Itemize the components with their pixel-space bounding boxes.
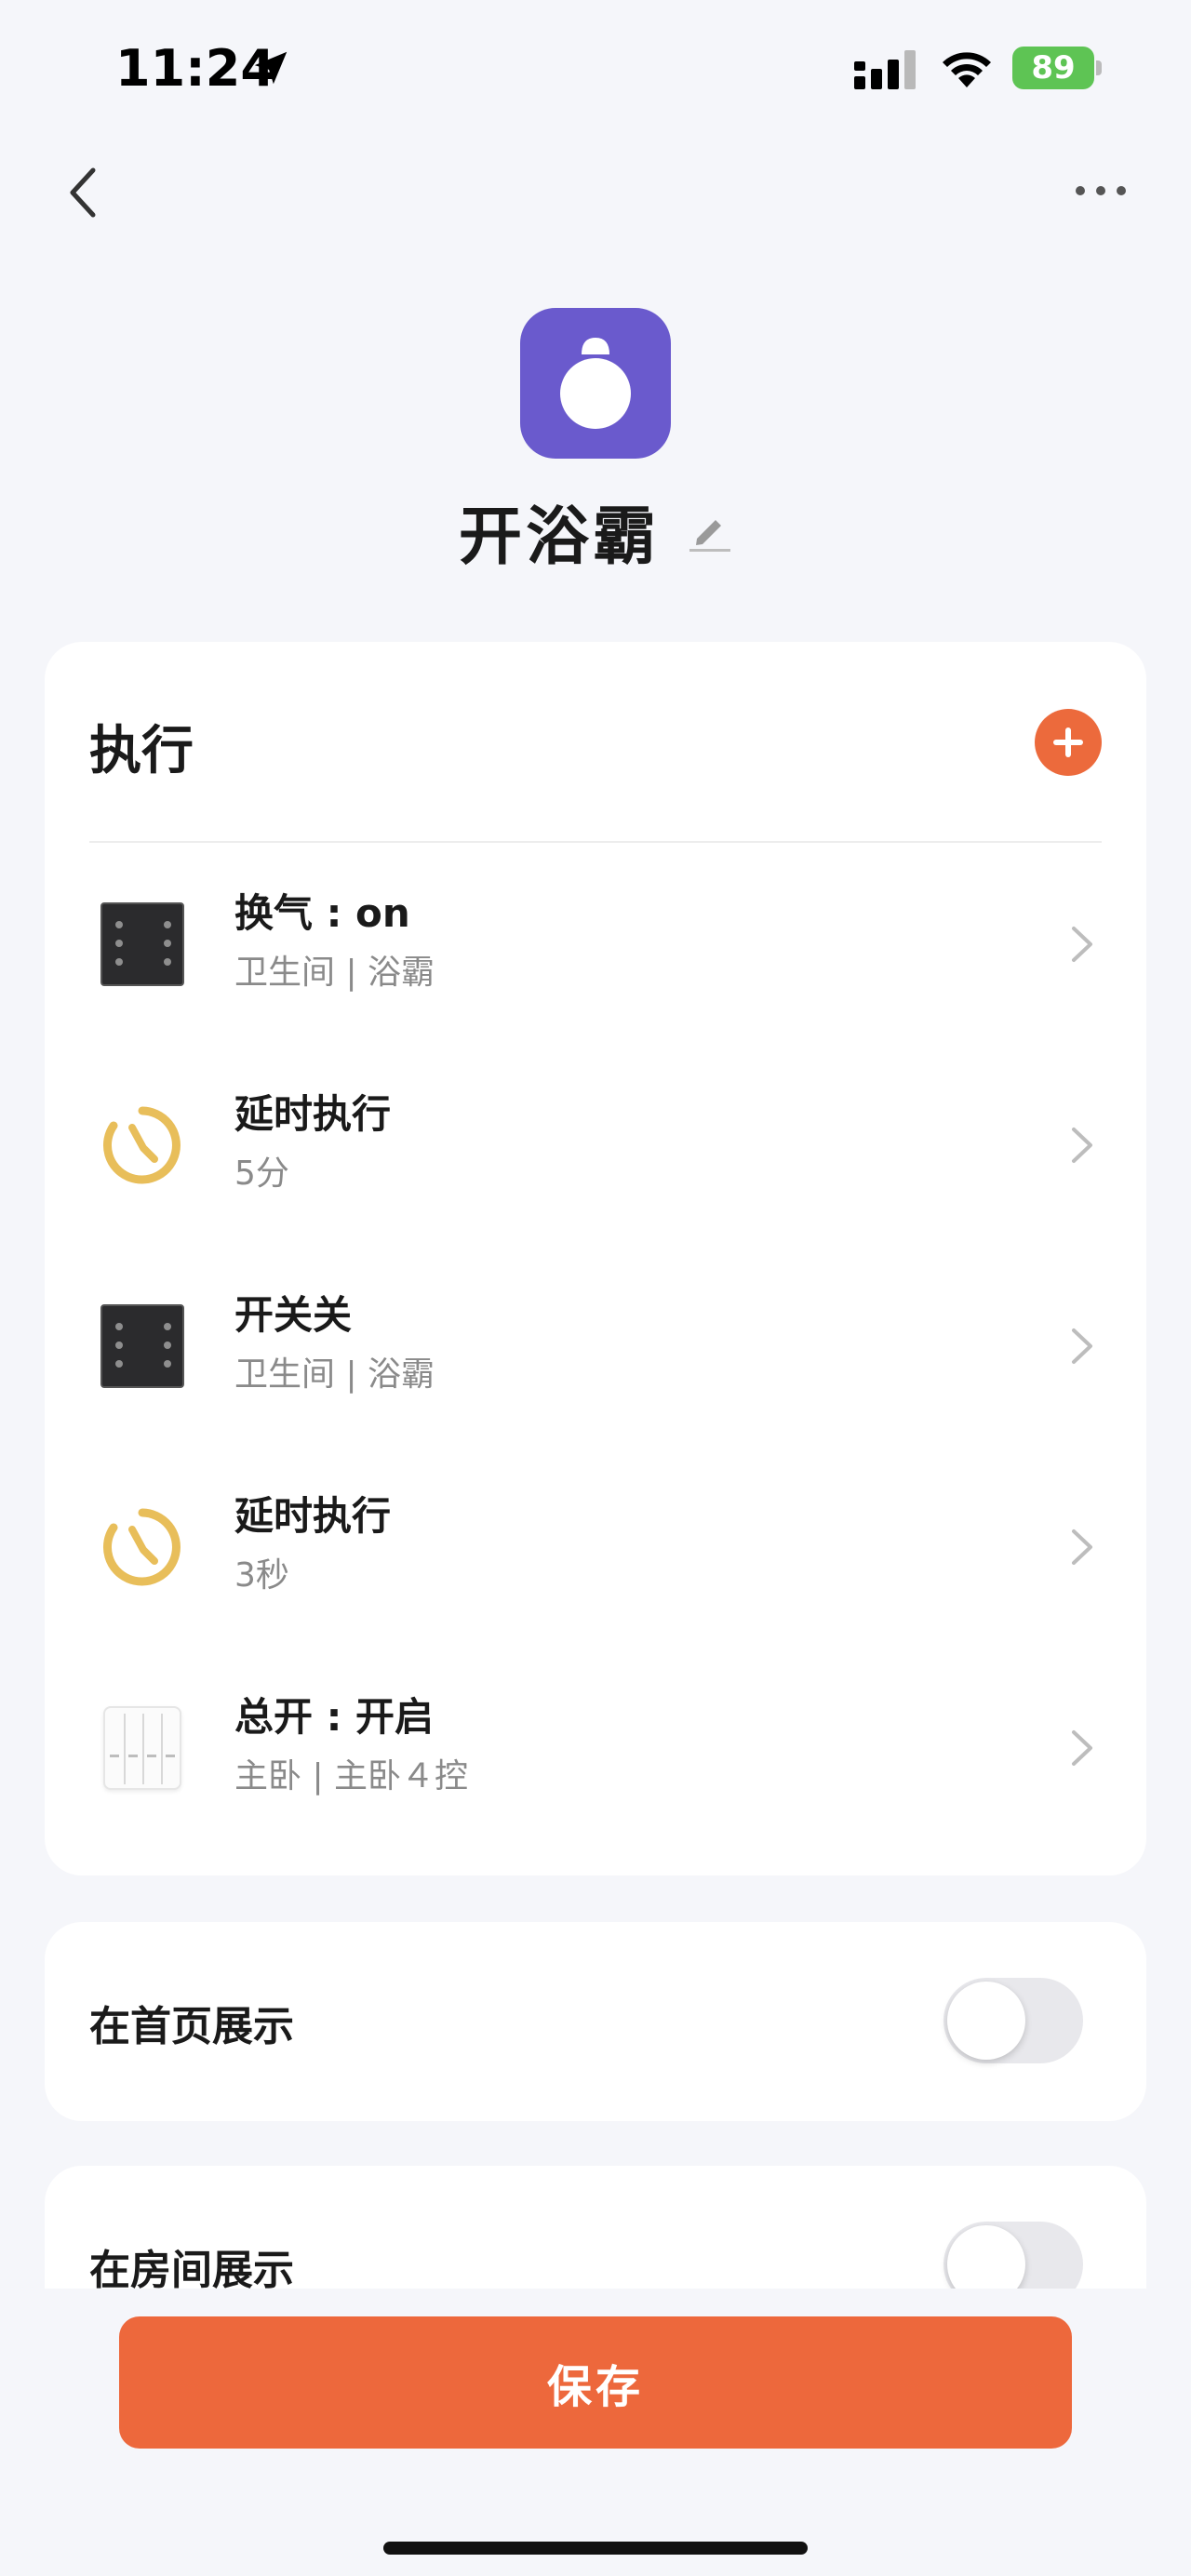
execute-item[interactable]: 总开 : 开启 主卧 | 主卧４控 (45, 1647, 1146, 1848)
execute-item-name: 延时执行 (234, 1091, 392, 1137)
battery-cap (1096, 60, 1102, 75)
execute-list: 换气 : on 卫生间 | 浴霸 延时执行 5分 开关关 卫生间 | 浴霸 延时… (45, 843, 1146, 1848)
chevron-right-icon (1072, 1128, 1092, 1163)
device-thumbnail (99, 1704, 186, 1792)
show-in-room-label: 在房间展示 (89, 2247, 294, 2294)
chevron-right-icon (1072, 1529, 1092, 1565)
wall-switch-4-icon (103, 1706, 181, 1790)
execute-item[interactable]: 延时执行 3秒 (45, 1446, 1146, 1647)
execute-item-duration: 3秒 (234, 1556, 289, 1595)
execute-item-name: 换气 : on (234, 890, 410, 936)
scene-title-row: 开浴霸 (0, 484, 1191, 577)
panel-switch-icon (100, 902, 184, 986)
timer-icon (103, 1106, 181, 1184)
device-thumbnail (99, 1503, 186, 1591)
execute-item-duration: 5分 (234, 1155, 289, 1193)
show-on-home-toggle[interactable] (943, 1978, 1083, 2063)
scene-title: 开浴霸 (458, 500, 660, 574)
device-thumbnail (99, 1101, 186, 1189)
show-on-home-label: 在首页展示 (89, 2003, 294, 2050)
execute-item[interactable]: 开关关 卫生间 | 浴霸 (45, 1245, 1146, 1446)
timer-icon (103, 1508, 181, 1586)
chevron-right-icon (1072, 927, 1092, 962)
status-bar: 11:24 89 (0, 0, 1191, 140)
execute-item-name: 总开 : 开启 (234, 1694, 435, 1740)
home-indicator (383, 2542, 808, 2555)
battery-level: 89 (1012, 47, 1094, 89)
back-button[interactable] (56, 160, 108, 225)
toggle-knob (947, 1982, 1025, 2060)
cellular-signal-icon (854, 50, 916, 89)
execute-item-location: 主卧 | 主卧４控 (234, 1757, 469, 1795)
wifi-icon (943, 52, 991, 87)
execute-item-name: 延时执行 (234, 1493, 392, 1539)
chevron-right-icon (1072, 1730, 1092, 1766)
chevron-right-icon (1072, 1328, 1092, 1364)
execute-title: 执行 (89, 721, 194, 781)
save-button[interactable]: 保存 (119, 2316, 1072, 2449)
execute-item[interactable]: 延时执行 5分 (45, 1044, 1146, 1245)
execute-item-name: 开关关 (234, 1292, 353, 1338)
panel-switch-icon (100, 1304, 184, 1388)
scene-edit-page: 11:24 89 开浴霸 执行 换气: on 卫生间 | 浴霸 延时执行 5分… (0, 0, 1191, 2576)
battery-indicator: 89 (1012, 47, 1102, 89)
show-on-home-card: 在首页展示 (45, 1922, 1146, 2121)
chevron-left-icon (70, 167, 96, 218)
execute-item[interactable]: 换气 : on 卫生间 | 浴霸 (45, 843, 1146, 1044)
bottom-bar: 保存 (0, 2289, 1191, 2576)
scene-icon[interactable] (520, 308, 671, 459)
plus-icon (1053, 727, 1083, 757)
execute-item-location: 卫生间 | 浴霸 (234, 1355, 435, 1394)
more-button[interactable] (1068, 172, 1133, 209)
edit-pencil-icon[interactable] (686, 507, 732, 554)
more-dots-icon (1076, 186, 1126, 195)
add-action-button[interactable] (1035, 709, 1102, 776)
bath-heater-icon (560, 338, 631, 429)
execute-item-location: 卫生间 | 浴霸 (234, 954, 435, 992)
device-thumbnail (99, 1302, 186, 1390)
execute-card: 执行 换气 : on 卫生间 | 浴霸 延时执行 5分 开关关 卫生间 | 浴霸… (45, 642, 1146, 1875)
location-arrow-icon (254, 51, 288, 85)
device-thumbnail (99, 901, 186, 988)
